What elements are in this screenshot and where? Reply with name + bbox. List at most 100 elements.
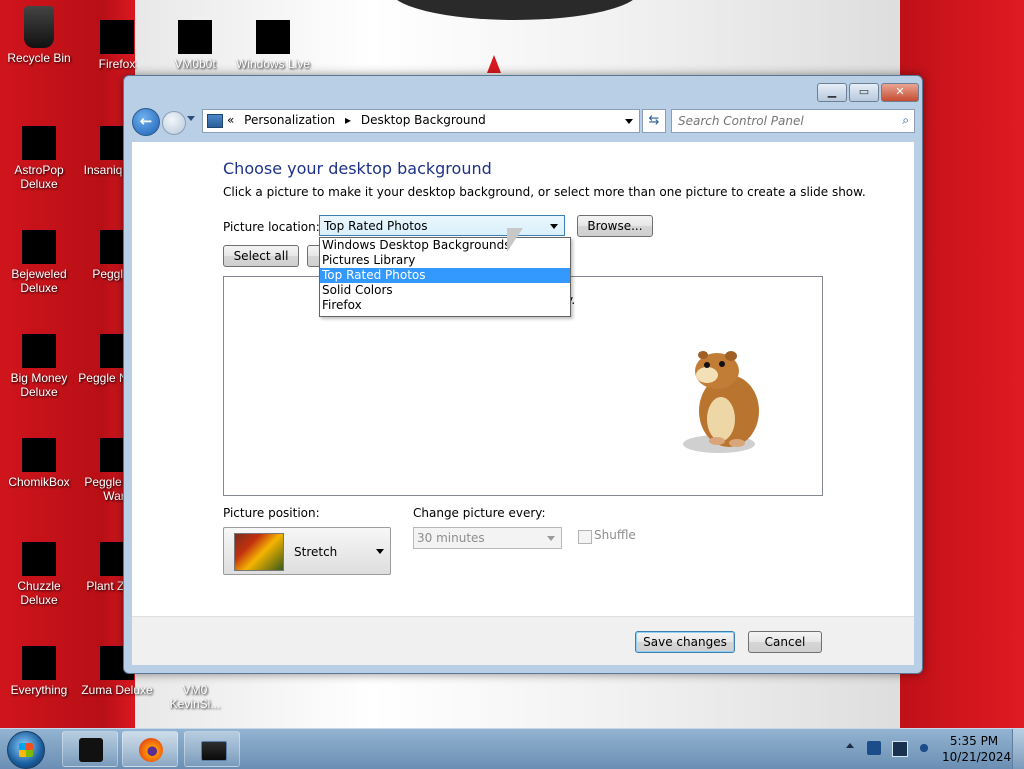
- breadcrumb-personalization[interactable]: Personalization: [244, 113, 335, 127]
- forward-arrow-icon[interactable]: [162, 111, 186, 135]
- shuffle-label: Shuffle: [594, 528, 636, 542]
- desktop-icon-label: Recycle Bin: [7, 51, 71, 65]
- desktop-icon-firefox[interactable]: Firefox: [78, 20, 156, 71]
- change-picture-select[interactable]: 30 minutes: [413, 527, 562, 549]
- desktop-icon-everything[interactable]: Everything: [0, 646, 78, 697]
- recycle-bin-icon: [24, 6, 54, 48]
- shuffle-checkbox[interactable]: [578, 530, 592, 544]
- change-picture-value: 30 minutes: [417, 531, 485, 545]
- refresh-icon[interactable]: ⇆: [642, 109, 666, 133]
- desktop-icon-label: Bejeweled Deluxe: [11, 267, 67, 295]
- desktop-icon-label: Firefox: [98, 57, 136, 71]
- wallpaper-maple-leaf: [487, 55, 501, 73]
- cancel-button[interactable]: Cancel: [748, 631, 822, 653]
- desktop-icon-bejeweled[interactable]: Bejeweled Deluxe: [0, 230, 78, 295]
- dropdown-option-selected[interactable]: Top Rated Photos: [320, 268, 570, 283]
- desktop-icon-windows-live[interactable]: Windows Live: [234, 20, 312, 71]
- clock-date: 10/21/2024: [942, 750, 1012, 764]
- desktop-icon-recycle-bin[interactable]: Recycle Bin: [0, 6, 78, 65]
- desktop-icon-chomikbox[interactable]: ChomikBox: [0, 438, 78, 489]
- control-panel-icon: [201, 741, 227, 761]
- picture-location-select[interactable]: Top Rated Photos: [319, 215, 565, 236]
- select-all-button[interactable]: Select all: [223, 245, 299, 267]
- start-button[interactable]: [7, 731, 45, 769]
- change-picture-label: Change picture every:: [413, 506, 546, 520]
- desktop-icon-label: ChomikBox: [8, 475, 70, 489]
- network-icon[interactable]: [892, 741, 908, 757]
- search-input[interactable]: [676, 112, 890, 130]
- hamster-image: [683, 351, 759, 453]
- desktop-icon-label: AstroPop Deluxe: [14, 163, 64, 191]
- picture-position-value: Stretch: [294, 545, 338, 559]
- volume-icon[interactable]: [917, 741, 931, 755]
- dropdown-option[interactable]: Pictures Library: [320, 253, 570, 268]
- desktop-icon-label: Chuzzle Deluxe: [17, 579, 61, 607]
- vm-icon: [79, 738, 103, 762]
- game-icon: [22, 334, 56, 368]
- desktop-icon-label: Everything: [10, 683, 68, 697]
- game-icon: [22, 126, 56, 160]
- content-pane: Choose your desktop background Click a p…: [132, 142, 914, 616]
- desktop-icon-astropop[interactable]: AstroPop Deluxe: [0, 126, 78, 191]
- mouse-cursor-icon: [507, 228, 523, 252]
- desktop-icon-label: Zuma Deluxe: [81, 683, 153, 697]
- show-desktop-button[interactable]: [1012, 729, 1024, 769]
- breadcrumb-desktop-background[interactable]: Desktop Background: [361, 113, 486, 127]
- taskbar: 5:35 PM 10/21/2024: [0, 728, 1024, 769]
- app-icon: [256, 20, 290, 54]
- chomikbox-icon: [22, 438, 56, 472]
- desktop-icon-label: Windows Live: [235, 57, 311, 71]
- chevron-down-icon[interactable]: [550, 224, 558, 229]
- clock-time: 5:35 PM: [949, 734, 999, 748]
- save-changes-button[interactable]: Save changes: [635, 631, 735, 653]
- game-icon: [22, 230, 56, 264]
- windows-logo-icon: [19, 743, 33, 757]
- game-icon: [22, 542, 56, 576]
- dropdown-option[interactable]: Firefox: [320, 298, 570, 313]
- action-center-icon[interactable]: [867, 741, 881, 755]
- picture-location-label: Picture location:: [223, 220, 320, 234]
- breadcrumb-separator-icon[interactable]: ▸: [345, 113, 351, 127]
- desktop-icon-vm0b0t[interactable]: VM0b0t: [156, 20, 234, 71]
- breadcrumb-overflow[interactable]: «: [227, 113, 234, 127]
- browse-button[interactable]: Browse...: [577, 215, 653, 237]
- picture-location-value: Top Rated Photos: [324, 219, 428, 233]
- app-icon: [22, 646, 56, 680]
- taskbar-firefox-button[interactable]: [122, 731, 178, 767]
- firefox-icon: [139, 738, 163, 762]
- picture-location-dropdown: Windows Desktop Backgrounds Pictures Lib…: [319, 237, 571, 317]
- recent-pages-chevron-icon[interactable]: [187, 116, 195, 121]
- address-bar[interactable]: « Personalization ▸ Desktop Background: [202, 109, 640, 133]
- page-title: Choose your desktop background: [223, 159, 492, 178]
- taskbar-vm-button[interactable]: [62, 731, 118, 767]
- navigation-bar: ← « Personalization ▸ Desktop Background…: [124, 105, 922, 137]
- show-hidden-icons-icon[interactable]: [846, 743, 854, 748]
- maximize-button[interactable]: ▭: [849, 83, 879, 102]
- address-dropdown-icon[interactable]: [625, 119, 633, 124]
- back-arrow-icon[interactable]: ←: [132, 108, 160, 136]
- app-icon: [178, 20, 212, 54]
- desktop-icon-label: Big Money Deluxe: [10, 371, 68, 399]
- search-box[interactable]: ⌕: [671, 109, 915, 133]
- firefox-icon: [100, 20, 134, 54]
- page-description: Click a picture to make it your desktop …: [223, 185, 866, 199]
- taskbar-clock[interactable]: 5:35 PM 10/21/2024: [942, 733, 1012, 765]
- picture-position-select[interactable]: Stretch: [223, 527, 391, 575]
- desktop-icon-chuzzle[interactable]: Chuzzle Deluxe: [0, 542, 78, 607]
- title-bar[interactable]: ▁ ▭ ✕: [124, 76, 922, 104]
- dialog-footer: Save changes Cancel: [132, 616, 914, 665]
- chevron-down-icon[interactable]: [547, 536, 555, 541]
- taskbar-control-panel-button[interactable]: [184, 731, 240, 767]
- desktop-background-window: ▁ ▭ ✕ ← « Personalization ▸ Desktop Back…: [123, 75, 923, 674]
- search-icon[interactable]: ⌕: [902, 113, 909, 128]
- desktop-icon-label: VM0b0t: [174, 57, 216, 71]
- dropdown-option[interactable]: Windows Desktop Backgrounds: [320, 238, 570, 253]
- chevron-down-icon[interactable]: [376, 549, 384, 554]
- control-panel-icon: [207, 114, 223, 128]
- dropdown-option[interactable]: Solid Colors: [320, 283, 570, 298]
- close-button[interactable]: ✕: [881, 83, 919, 102]
- minimize-button[interactable]: ▁: [817, 83, 847, 102]
- system-tray: [842, 737, 942, 761]
- breadcrumb: « Personalization ▸ Desktop Background: [227, 113, 492, 127]
- desktop-icon-big-money[interactable]: Big Money Deluxe: [0, 334, 78, 399]
